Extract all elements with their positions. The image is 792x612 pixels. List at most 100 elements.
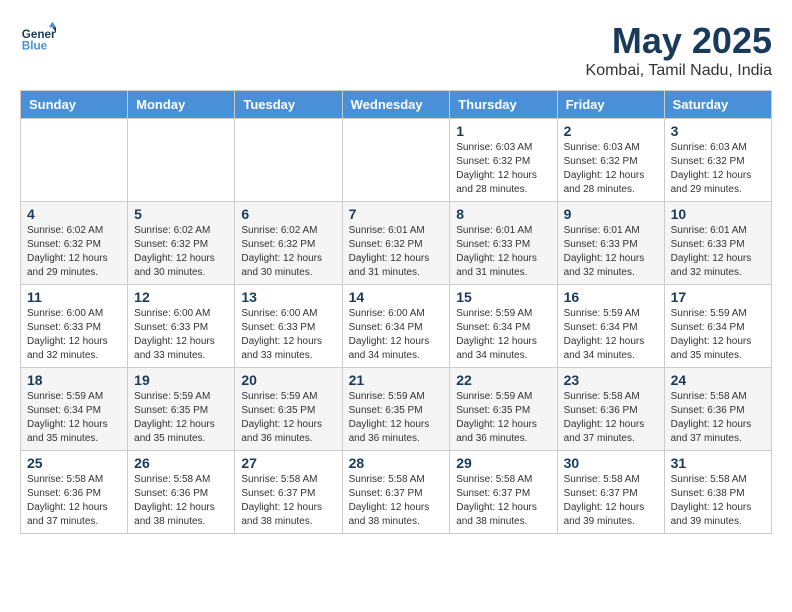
- day-info: Sunrise: 6:03 AM Sunset: 6:32 PM Dayligh…: [671, 141, 765, 197]
- day-number: 4: [27, 206, 121, 222]
- day-info: Sunrise: 5:58 AM Sunset: 6:36 PM Dayligh…: [27, 473, 121, 529]
- day-number: 17: [671, 289, 765, 305]
- calendar-table: SundayMondayTuesdayWednesdayThursdayFrid…: [20, 90, 772, 534]
- calendar-day-cell: [128, 119, 235, 202]
- day-number: 19: [134, 372, 228, 388]
- calendar-day-cell: 29 Sunrise: 5:58 AM Sunset: 6:37 PM Dayli…: [450, 451, 557, 534]
- day-number: 13: [241, 289, 335, 305]
- calendar-day-cell: 14Sunrise: 6:00 AM Sunset: 6:34 PM Dayli…: [342, 285, 450, 368]
- day-of-week-header: Monday: [128, 91, 235, 119]
- page-header: General Blue May 2025 Kombai, Tamil Nadu…: [20, 20, 772, 80]
- day-number: 9: [564, 206, 658, 222]
- calendar-header: SundayMondayTuesdayWednesdayThursdayFrid…: [21, 91, 772, 119]
- day-of-week-header: Wednesday: [342, 91, 450, 119]
- day-info: Sunrise: 5:58 AM Sunset: 6:37 PM Dayligh…: [349, 473, 444, 529]
- day-number: 8: [456, 206, 550, 222]
- calendar-week-row: 11 Sunrise: 6:00 AM Sunset: 6:33 PM Dayli…: [21, 285, 772, 368]
- location-title: Kombai, Tamil Nadu, India: [586, 62, 772, 80]
- day-number: 11: [27, 289, 121, 305]
- day-info: Sunrise: 5:58 AM Sunset: 6:36 PM Dayligh…: [564, 390, 658, 446]
- day-info: Sunrise: 5:59 AM Sunset: 6:35 PM Dayligh…: [134, 390, 228, 446]
- calendar-day-cell: 26 Sunrise: 5:58 AM Sunset: 6:36 PM Dayli…: [128, 451, 235, 534]
- calendar-day-cell: 1 Sunrise: 6:03 AM Sunset: 6:32 PM Daylig…: [450, 119, 557, 202]
- day-number: 2: [564, 123, 658, 139]
- day-info: Sunrise: 6:03 AM Sunset: 6:32 PM Dayligh…: [564, 141, 658, 197]
- calendar-day-cell: 25 Sunrise: 5:58 AM Sunset: 6:36 PM Dayli…: [21, 451, 128, 534]
- day-number: 28: [349, 455, 444, 471]
- day-info: Sunrise: 6:02 AM Sunset: 6:32 PM Dayligh…: [241, 224, 335, 280]
- day-number: 10: [671, 206, 765, 222]
- day-number: 31: [671, 455, 765, 471]
- day-info: Sunrise: 6:00 AM Sunset: 6:34 PM Dayligh…: [349, 307, 444, 363]
- calendar-day-cell: 17 Sunrise: 5:59 AM Sunset: 6:34 PM Dayli…: [664, 285, 771, 368]
- day-number: 25: [27, 455, 121, 471]
- calendar-day-cell: [21, 119, 128, 202]
- day-info: Sunrise: 6:01 AM Sunset: 6:32 PM Dayligh…: [349, 224, 444, 280]
- day-info: Sunrise: 6:03 AM Sunset: 6:32 PM Dayligh…: [456, 141, 550, 197]
- day-info: Sunrise: 5:59 AM Sunset: 6:35 PM Dayligh…: [241, 390, 335, 446]
- calendar-day-cell: 22Sunrise: 5:59 AM Sunset: 6:35 PM Dayli…: [450, 368, 557, 451]
- day-of-week-header: Thursday: [450, 91, 557, 119]
- day-info: Sunrise: 6:01 AM Sunset: 6:33 PM Dayligh…: [456, 224, 550, 280]
- calendar-day-cell: 18Sunrise: 5:59 AM Sunset: 6:34 PM Dayli…: [21, 368, 128, 451]
- calendar-day-cell: 16 Sunrise: 5:59 AM Sunset: 6:34 PM Dayli…: [557, 285, 664, 368]
- day-info: Sunrise: 5:58 AM Sunset: 6:38 PM Dayligh…: [671, 473, 765, 529]
- day-of-week-header: Sunday: [21, 91, 128, 119]
- logo-icon: General Blue: [20, 20, 56, 56]
- calendar-day-cell: 3 Sunrise: 6:03 AM Sunset: 6:32 PM Daylig…: [664, 119, 771, 202]
- day-info: Sunrise: 5:58 AM Sunset: 6:37 PM Dayligh…: [241, 473, 335, 529]
- day-number: 3: [671, 123, 765, 139]
- day-of-week-header: Saturday: [664, 91, 771, 119]
- calendar-day-cell: 19 Sunrise: 5:59 AM Sunset: 6:35 PM Dayli…: [128, 368, 235, 451]
- day-number: 5: [134, 206, 228, 222]
- day-info: Sunrise: 6:02 AM Sunset: 6:32 PM Dayligh…: [27, 224, 121, 280]
- calendar-day-cell: 9 Sunrise: 6:01 AM Sunset: 6:33 PM Daylig…: [557, 202, 664, 285]
- calendar-week-row: 18Sunrise: 5:59 AM Sunset: 6:34 PM Dayli…: [21, 368, 772, 451]
- day-info: Sunrise: 6:02 AM Sunset: 6:32 PM Dayligh…: [134, 224, 228, 280]
- day-info: Sunrise: 5:59 AM Sunset: 6:35 PM Dayligh…: [349, 390, 444, 446]
- calendar-day-cell: 27 Sunrise: 5:58 AM Sunset: 6:37 PM Dayli…: [235, 451, 342, 534]
- day-info: Sunrise: 6:00 AM Sunset: 6:33 PM Dayligh…: [27, 307, 121, 363]
- day-info: Sunrise: 5:58 AM Sunset: 6:36 PM Dayligh…: [134, 473, 228, 529]
- calendar-week-row: 25 Sunrise: 5:58 AM Sunset: 6:36 PM Dayli…: [21, 451, 772, 534]
- title-block: May 2025 Kombai, Tamil Nadu, India: [586, 20, 772, 80]
- day-info: Sunrise: 6:01 AM Sunset: 6:33 PM Dayligh…: [564, 224, 658, 280]
- day-number: 12: [134, 289, 228, 305]
- calendar-day-cell: 5 Sunrise: 6:02 AM Sunset: 6:32 PM Daylig…: [128, 202, 235, 285]
- calendar-day-cell: 23 Sunrise: 5:58 AM Sunset: 6:36 PM Dayli…: [557, 368, 664, 451]
- calendar-day-cell: 2 Sunrise: 6:03 AM Sunset: 6:32 PM Daylig…: [557, 119, 664, 202]
- calendar-day-cell: 12Sunrise: 6:00 AM Sunset: 6:33 PM Dayli…: [128, 285, 235, 368]
- day-info: Sunrise: 5:59 AM Sunset: 6:34 PM Dayligh…: [456, 307, 550, 363]
- day-info: Sunrise: 5:59 AM Sunset: 6:34 PM Dayligh…: [564, 307, 658, 363]
- day-number: 30: [564, 455, 658, 471]
- day-number: 1: [456, 123, 550, 139]
- day-number: 20: [241, 372, 335, 388]
- day-info: Sunrise: 6:00 AM Sunset: 6:33 PM Dayligh…: [241, 307, 335, 363]
- day-of-week-header: Tuesday: [235, 91, 342, 119]
- calendar-day-cell: 11 Sunrise: 6:00 AM Sunset: 6:33 PM Dayli…: [21, 285, 128, 368]
- day-info: Sunrise: 5:59 AM Sunset: 6:35 PM Dayligh…: [456, 390, 550, 446]
- day-info: Sunrise: 5:58 AM Sunset: 6:37 PM Dayligh…: [564, 473, 658, 529]
- day-number: 15: [456, 289, 550, 305]
- day-number: 23: [564, 372, 658, 388]
- month-title: May 2025: [586, 20, 772, 62]
- day-info: Sunrise: 5:59 AM Sunset: 6:34 PM Dayligh…: [27, 390, 121, 446]
- day-number: 26: [134, 455, 228, 471]
- calendar-week-row: 4 Sunrise: 6:02 AM Sunset: 6:32 PM Daylig…: [21, 202, 772, 285]
- svg-text:Blue: Blue: [22, 40, 48, 53]
- calendar-day-cell: 28 Sunrise: 5:58 AM Sunset: 6:37 PM Dayli…: [342, 451, 450, 534]
- day-number: 16: [564, 289, 658, 305]
- calendar-day-cell: 6Sunrise: 6:02 AM Sunset: 6:32 PM Daylig…: [235, 202, 342, 285]
- day-number: 29: [456, 455, 550, 471]
- day-number: 27: [241, 455, 335, 471]
- logo: General Blue: [20, 20, 56, 56]
- day-info: Sunrise: 5:59 AM Sunset: 6:34 PM Dayligh…: [671, 307, 765, 363]
- calendar-day-cell: 30 Sunrise: 5:58 AM Sunset: 6:37 PM Dayli…: [557, 451, 664, 534]
- day-info: Sunrise: 5:58 AM Sunset: 6:36 PM Dayligh…: [671, 390, 765, 446]
- day-of-week-header: Friday: [557, 91, 664, 119]
- day-number: 21: [349, 372, 444, 388]
- calendar-day-cell: 4 Sunrise: 6:02 AM Sunset: 6:32 PM Daylig…: [21, 202, 128, 285]
- calendar-day-cell: 31 Sunrise: 5:58 AM Sunset: 6:38 PM Dayli…: [664, 451, 771, 534]
- day-info: Sunrise: 5:58 AM Sunset: 6:37 PM Dayligh…: [456, 473, 550, 529]
- calendar-day-cell: [342, 119, 450, 202]
